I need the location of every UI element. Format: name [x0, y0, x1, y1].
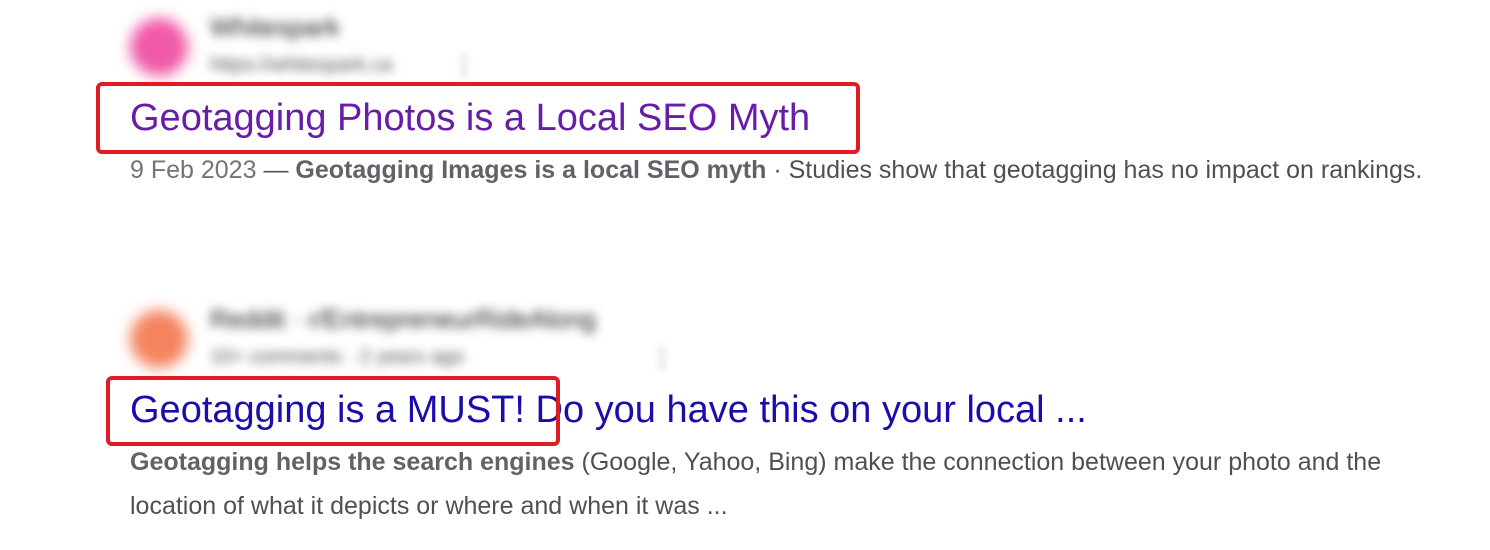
site-favicon-icon [130, 310, 188, 368]
more-options-icon[interactable]: ⋮ [650, 344, 674, 373]
snippet-separator: — [256, 156, 296, 184]
source-url: https://whitespark.ca [210, 54, 393, 76]
more-options-icon[interactable]: ⋮ [452, 52, 476, 81]
snippet-bold: Geotagging helps the search engines [130, 448, 575, 476]
snippet-bold: Geotagging Images is a local SEO myth [295, 156, 767, 184]
result-title-rest[interactable]: Do you have this on your local ... [525, 389, 1087, 431]
result-title-line: Geotagging is a MUST! Do you have this o… [106, 376, 1440, 446]
source-name: Reddit · r/EntrepreneurRideAlong [210, 304, 596, 334]
search-result-2: Reddit · r/EntrepreneurRideAlong 10+ com… [106, 300, 1440, 528]
result-snippet: 9 Feb 2023 — Geotagging Images is a loca… [130, 148, 1430, 192]
result-title-link[interactable]: Geotagging Photos is a Local SEO Myth [130, 97, 810, 139]
result-source[interactable]: Whitespark https://whitespark.ca ⋮ [130, 8, 1440, 88]
source-url: 10+ comments · 2 years ago [210, 346, 465, 368]
snippet-dot: · [766, 156, 789, 184]
result-title-highlighted[interactable]: Geotagging is a MUST! [130, 389, 525, 431]
result-title-line: Geotagging Photos is a Local SEO Myth [96, 82, 1440, 154]
source-name: Whitespark [210, 12, 341, 42]
result-snippet: Geotagging helps the search engines (Goo… [130, 440, 1430, 528]
result-source[interactable]: Reddit · r/EntrepreneurRideAlong 10+ com… [130, 300, 1440, 380]
site-favicon-icon [130, 18, 188, 76]
result-date: 9 Feb 2023 [130, 156, 257, 184]
snippet-text: Studies show that geotagging has no impa… [788, 156, 1423, 184]
search-result-1: Whitespark https://whitespark.ca ⋮ Geota… [96, 8, 1440, 192]
